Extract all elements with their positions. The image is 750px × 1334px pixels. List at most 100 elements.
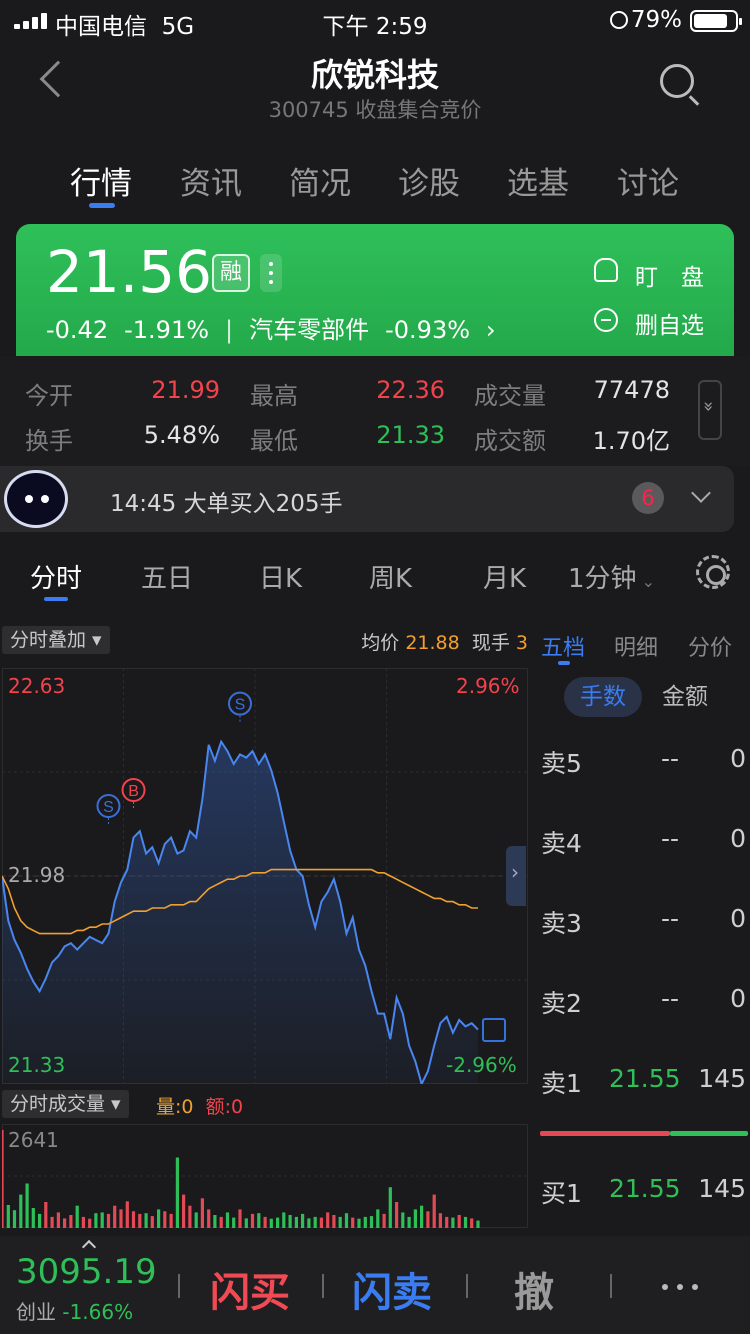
tab-news[interactable]: 资讯: [180, 158, 242, 203]
volume-bar: [169, 1213, 173, 1228]
amount-label: 成交额: [474, 427, 546, 455]
volume-bar: [307, 1218, 311, 1228]
ask-row-2: 卖2 -- 0: [541, 984, 746, 1018]
remove-icon[interactable]: [594, 308, 618, 332]
bid-row-1: 买1 21.55 145: [541, 1174, 746, 1208]
mid-price-label: 21.98: [8, 863, 66, 887]
volume-bar: [276, 1217, 280, 1228]
intraday-chart[interactable]: SBS: [2, 668, 528, 1084]
search-icon[interactable]: [660, 64, 694, 98]
turnover-label: 换手: [25, 427, 73, 455]
margin-badge[interactable]: 融: [212, 254, 250, 292]
more-options-icon[interactable]: [260, 254, 282, 292]
alert-bell-icon[interactable]: [594, 258, 618, 282]
volume-bar: [395, 1202, 399, 1228]
volume-bar: [113, 1205, 117, 1228]
tab-diagnosis[interactable]: 诊股: [398, 158, 460, 203]
volume-bar: [269, 1218, 273, 1228]
ask-row-1: 卖1 21.55 145: [541, 1064, 746, 1098]
volume-bar: [244, 1218, 248, 1228]
top-pct-label: 2.96%: [456, 674, 520, 698]
tab-quote[interactable]: 行情: [70, 158, 132, 203]
flash-buy-button[interactable]: 闪买: [210, 1260, 290, 1318]
volume-bar: [12, 1210, 17, 1228]
bottom-trade-bar: 3095.19 创业 -1.66% 闪买 闪卖 撤: [0, 1236, 750, 1334]
main-tabs: 行情 资讯 简况 诊股 选基 讨论: [0, 158, 750, 208]
volume-bar: [288, 1215, 292, 1228]
settings-gear-icon[interactable]: [696, 555, 730, 589]
cancel-order-button[interactable]: 撤: [514, 1260, 554, 1318]
battery-percent: 79%: [630, 7, 682, 33]
sector-name: 汽车零部件: [249, 316, 370, 344]
tab-discussion[interactable]: 讨论: [617, 158, 679, 203]
stock-subtitle: 300745 收盘集合竞价: [268, 98, 482, 122]
unit-lots-toggle[interactable]: 手数: [564, 677, 642, 717]
news-count-badge: 6: [632, 482, 664, 514]
overlay-dropdown[interactable]: 分时叠加 ▾: [2, 626, 110, 654]
chart-tab-daily[interactable]: 日K: [259, 558, 302, 595]
price-change-line[interactable]: -0.42 -1.91% | 汽车零部件 -0.93% ›: [46, 310, 512, 345]
volume-bar: [420, 1205, 424, 1228]
volume-bar: [263, 1216, 267, 1228]
volume-bar: [338, 1216, 342, 1228]
chart-tab-5day[interactable]: 五日: [141, 558, 193, 595]
volume-bar: [188, 1205, 192, 1228]
chart-tab-weekly[interactable]: 周K: [369, 558, 412, 595]
news-bar[interactable]: 14:45 大单买入205手 6: [0, 466, 734, 532]
volume-bar: [94, 1213, 98, 1228]
volume-bar: [119, 1209, 123, 1228]
unit-amount-toggle[interactable]: 金额: [650, 677, 720, 717]
remove-watchlist-button[interactable]: 删自选: [635, 306, 704, 340]
volume-bar: [413, 1209, 417, 1228]
volume-bar: [407, 1216, 411, 1228]
chart-tab-indicator: [44, 597, 68, 601]
tab-profile[interactable]: 简况: [289, 158, 351, 203]
volume-bar: [319, 1217, 323, 1228]
volume-bar: [157, 1209, 161, 1228]
sidebar-toggle-button[interactable]: [506, 846, 526, 906]
fullscreen-icon[interactable]: [482, 1018, 506, 1042]
sell-marker-label: S: [103, 799, 114, 816]
volume-bar: [2, 1130, 4, 1228]
index-value[interactable]: 3095.19: [16, 1252, 157, 1292]
volume-chart: [2, 1130, 528, 1228]
volume-bar: [19, 1194, 23, 1228]
change-value: -0.42: [46, 316, 109, 344]
chart-tab-monthly[interactable]: 月K: [483, 558, 526, 595]
low-label: 最低: [250, 427, 298, 455]
robot-avatar-icon[interactable]: [4, 470, 68, 528]
volume-bar: [144, 1213, 148, 1228]
more-icon[interactable]: [662, 1284, 698, 1290]
orderbook-tab-indicator: [558, 661, 570, 665]
chevron-down-icon[interactable]: [691, 483, 711, 503]
volume-bar: [182, 1194, 186, 1228]
volume-bar: [363, 1216, 367, 1228]
volume-bar: [476, 1220, 480, 1228]
volume-dropdown[interactable]: 分时成交量 ▾: [2, 1090, 129, 1118]
orderbook-tab-detail[interactable]: 明细: [614, 630, 658, 662]
tab-funds[interactable]: 选基: [507, 158, 569, 203]
volume-bar: [426, 1211, 430, 1228]
watch-button[interactable]: 盯 盘: [635, 258, 704, 292]
volume-bar: [163, 1211, 167, 1228]
volume-bar: [56, 1212, 60, 1228]
top-price-label: 22.63: [8, 674, 66, 698]
chart-tab-1min[interactable]: 1分钟 ⌄: [568, 558, 655, 595]
ask-row-4: 卖4 -- 0: [541, 824, 746, 858]
volume-bar: [225, 1212, 230, 1228]
orderbook-tab-price[interactable]: 分价: [688, 630, 732, 662]
volume-label: 成交量: [474, 382, 546, 410]
volume-bar: [138, 1213, 142, 1228]
volume-info: 量:0 额:0: [156, 1096, 244, 1118]
volume-bar: [326, 1212, 330, 1228]
expand-stats-button[interactable]: [698, 380, 722, 440]
flash-sell-button[interactable]: 闪卖: [352, 1260, 432, 1318]
high-label: 最高: [250, 382, 298, 410]
status-bar: 中国电信 5G 下午 2:59 79%: [0, 0, 750, 40]
high-value: 22.36: [376, 376, 445, 404]
bottom-price-label: 21.33: [8, 1053, 66, 1077]
orderbook-tab-level5[interactable]: 五档: [541, 630, 585, 662]
chart-tab-intraday[interactable]: 分时: [30, 558, 82, 595]
volume-bar: [332, 1215, 336, 1228]
volume-bar: [432, 1194, 436, 1228]
